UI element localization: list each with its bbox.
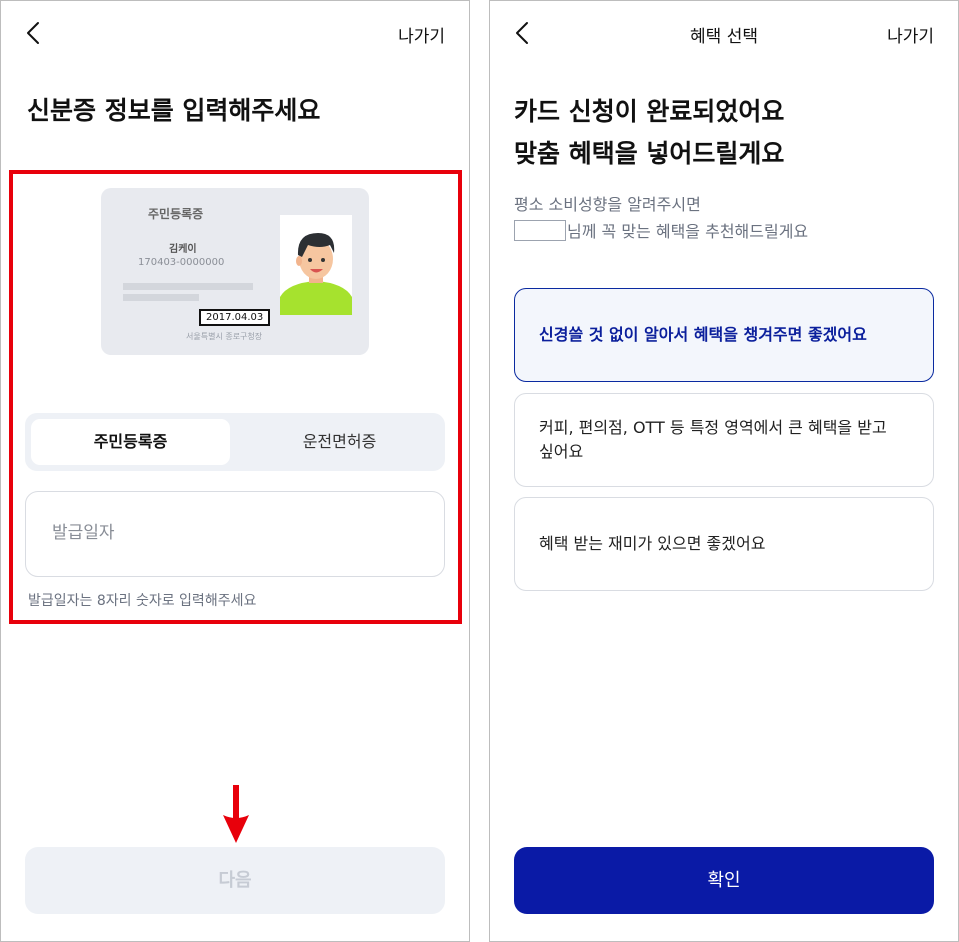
benefit-option[interactable]: 신경쓸 것 없이 알아서 혜택을 챙겨주면 좋겠어요	[514, 288, 934, 382]
subtitle-line-text: 님께 꼭 맞는 혜택을 추천해드릴게요	[567, 222, 809, 241]
next-button[interactable]: 다음	[25, 847, 445, 914]
id-info-screen: 나가기 신분증 정보를 입력해주세요 주민등록증 김케이 170403-0000…	[0, 0, 470, 942]
annotation-highlight-box	[9, 170, 462, 624]
exit-button[interactable]: 나가기	[887, 22, 934, 47]
benefit-option-label: 신경쓸 것 없이 알아서 혜택을 챙겨주면 좋겠어요	[539, 325, 867, 344]
confirm-button[interactable]: 확인	[514, 847, 934, 914]
page-title: 카드 신청이 완료되었어요 맞춤 혜택을 넣어드릴게요	[514, 91, 784, 175]
exit-button[interactable]: 나가기	[398, 22, 445, 47]
benefit-option[interactable]: 혜택 받는 재미가 있으면 좋겠어요	[514, 497, 934, 591]
subtitle-line: 님께 꼭 맞는 혜택을 추천해드릴게요	[514, 218, 808, 245]
benefit-option-label: 혜택 받는 재미가 있으면 좋겠어요	[539, 534, 766, 553]
benefit-option-label: 커피, 편의점, OTT 등 특정 영역에서 큰 혜택을 받고 싶어요	[539, 418, 887, 461]
page-title-line: 맞춤 혜택을 넣어드릴게요	[514, 139, 785, 168]
benefit-select-screen: 혜택 선택 나가기 카드 신청이 완료되었어요 맞춤 혜택을 넣어드릴게요 평소…	[489, 0, 959, 942]
subtitle: 평소 소비성향을 알려주시면 님께 꼭 맞는 혜택을 추천해드릴게요	[514, 191, 808, 245]
red-down-arrow-icon	[221, 785, 251, 845]
page-title-line: 카드 신청이 완료되었어요	[514, 97, 785, 126]
page-title: 신분증 정보를 입력해주세요	[27, 96, 321, 125]
benefit-option[interactable]: 커피, 편의점, OTT 등 특정 영역에서 큰 혜택을 받고 싶어요	[514, 393, 934, 487]
redacted-name-box	[514, 220, 566, 241]
subtitle-line: 평소 소비성향을 알려주시면	[514, 195, 701, 214]
back-chevron-icon[interactable]	[23, 21, 47, 45]
